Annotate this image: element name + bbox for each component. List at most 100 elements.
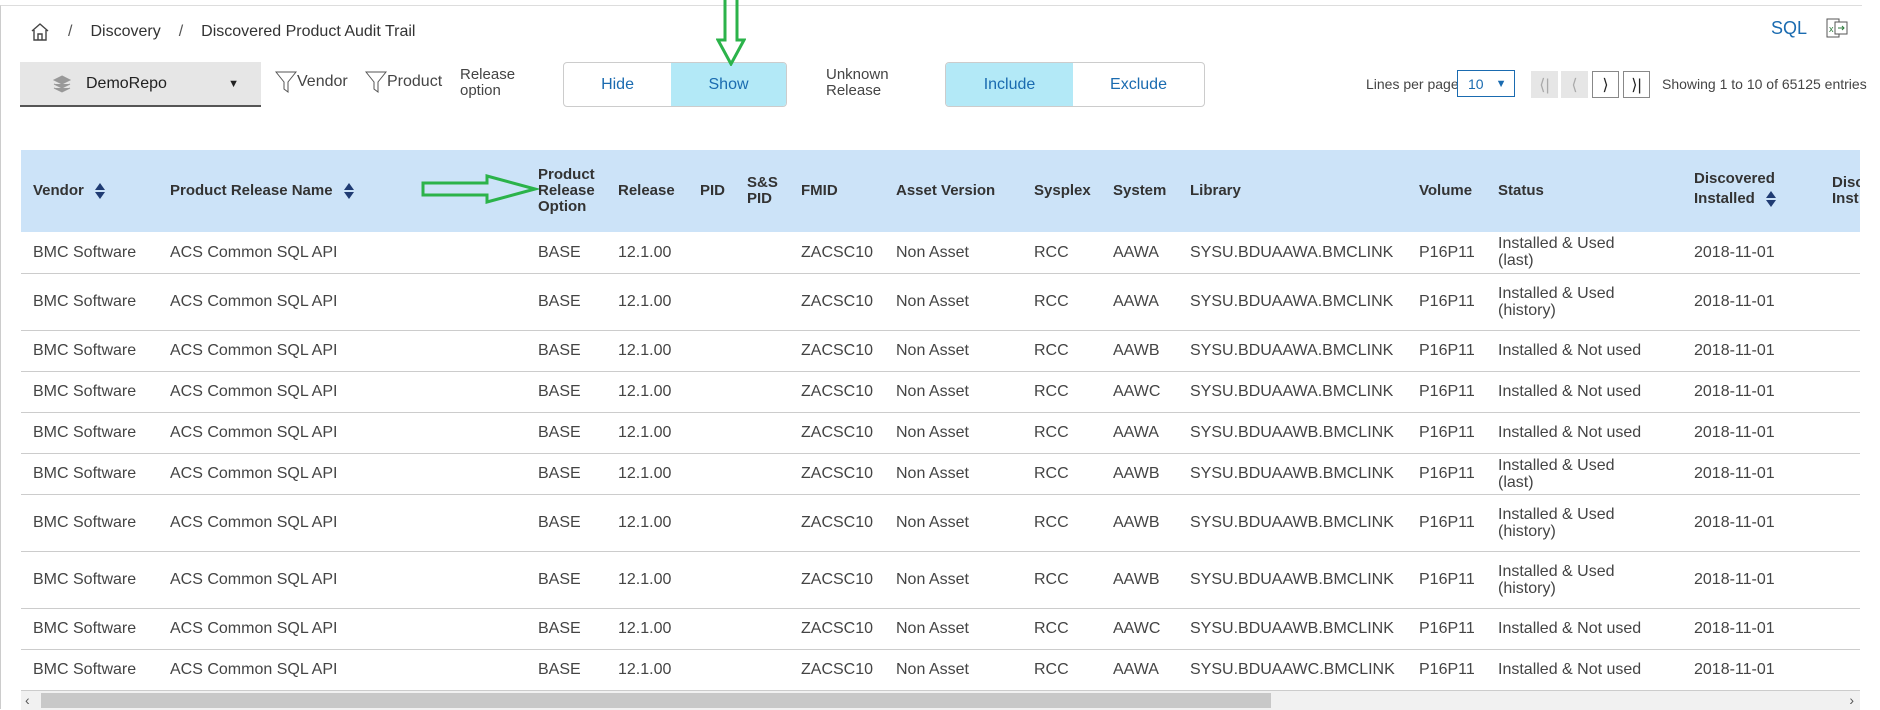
chevron-down-icon: ▼ xyxy=(1495,77,1507,90)
cell-vendor: BMC Software xyxy=(21,649,170,691)
column-header-pid[interactable]: PIDPID xyxy=(700,150,747,232)
product-filter[interactable]: Product xyxy=(365,70,442,94)
column-header-product-release-option[interactable]: Product Release OptionProductReleaseOpti… xyxy=(538,150,618,232)
column-header-discovered-installed[interactable]: Discovered InstalledDiscoveredInstalled xyxy=(1694,150,1832,232)
cell-product-release-option: BASE xyxy=(538,232,618,274)
cell-s-s-pid xyxy=(747,453,801,495)
label-line: Release xyxy=(460,66,516,83)
scroll-right-icon[interactable]: › xyxy=(1849,692,1854,708)
table-row[interactable]: BMC Software ACS Common SQL API BASE 12.1.0… xyxy=(21,453,1860,495)
scroll-left-icon[interactable]: ‹ xyxy=(25,692,30,708)
cell-s-s-pid xyxy=(747,649,801,691)
cell-volume: P16P11 xyxy=(1419,551,1498,609)
excel-export-icon[interactable]: x xyxy=(1826,18,1848,38)
cell-asset-version: Non Asset xyxy=(896,330,1034,372)
cell-system: AAWB xyxy=(1113,494,1190,552)
cell-library: SYSU.BDUAAWA.BMCLINK xyxy=(1190,232,1419,274)
cell-volume: P16P11 xyxy=(1419,494,1498,552)
cell-disc-inst xyxy=(1832,608,1860,650)
column-header-library[interactable]: LibraryLibrary xyxy=(1190,150,1419,232)
cell-pid xyxy=(700,232,747,274)
cell-s-s-pid xyxy=(747,232,801,274)
column-header-vendor[interactable]: VendorVendor xyxy=(21,150,170,232)
exclude-button[interactable]: Exclude xyxy=(1073,63,1204,106)
table-row[interactable]: BMC Software ACS Common SQL API BASE 12.1.0… xyxy=(21,551,1860,609)
entries-summary: Showing 1 to 10 of 65125 entries xyxy=(1662,76,1867,92)
breadcrumb-discovery[interactable]: Discovery xyxy=(90,23,160,41)
cell-release: 12.1.00 xyxy=(618,232,700,274)
include-button[interactable]: Include xyxy=(946,63,1074,106)
last-page-button[interactable]: ⟩| xyxy=(1623,71,1650,98)
cell-disc-inst xyxy=(1832,412,1860,454)
cell-discovered-installed: 2018-11-01 xyxy=(1694,412,1832,454)
cell-release: 12.1.00 xyxy=(618,494,700,552)
cell-fmid: ZACSC10 xyxy=(801,371,896,413)
cell-sysplex: RCC xyxy=(1034,453,1113,495)
release-option-label: Release option xyxy=(460,67,515,99)
cell-pid xyxy=(700,412,747,454)
cell-product-release-name: ACS Common SQL API xyxy=(170,453,538,495)
vendor-filter-label: Vendor xyxy=(297,73,348,90)
cell-status: Installed & Not used xyxy=(1498,371,1694,413)
table-row[interactable]: BMC Software ACS Common SQL API BASE 12.1.0… xyxy=(21,649,1860,691)
column-header-s-s-pid[interactable]: S&S PIDS&SPID xyxy=(747,150,801,232)
cell-discovered-installed: 2018-11-01 xyxy=(1694,330,1832,372)
cell-s-s-pid xyxy=(747,551,801,609)
cell-asset-version: Non Asset xyxy=(896,494,1034,552)
cell-status: Installed & Not used xyxy=(1498,649,1694,691)
sql-button[interactable]: SQL xyxy=(1771,18,1807,39)
sort-icon[interactable] xyxy=(343,182,355,200)
cell-product-release-name: ACS Common SQL API xyxy=(170,608,538,650)
label-line: Release xyxy=(826,82,882,99)
cell-vendor: BMC Software xyxy=(21,232,170,274)
show-button[interactable]: Show xyxy=(671,63,786,106)
hide-button[interactable]: Hide xyxy=(564,63,671,106)
cell-system: AAWA xyxy=(1113,412,1190,454)
table-row[interactable]: BMC Software ACS Common SQL API BASE 12.1.0… xyxy=(21,232,1860,274)
column-header-sysplex[interactable]: SysplexSysplex xyxy=(1034,150,1113,232)
cell-sysplex: RCC xyxy=(1034,273,1113,331)
cell-product-release-name: ACS Common SQL API xyxy=(170,330,538,372)
table-row[interactable]: BMC Software ACS Common SQL API BASE 12.1.0… xyxy=(21,371,1860,413)
cell-pid xyxy=(700,453,747,495)
table-row[interactable]: BMC Software ACS Common SQL API BASE 12.1.0… xyxy=(21,608,1860,650)
scrollbar-thumb[interactable] xyxy=(41,693,1271,708)
lines-per-page-select[interactable]: 10 ▼ xyxy=(1457,70,1515,97)
cell-disc-inst xyxy=(1832,551,1860,609)
table-row[interactable]: BMC Software ACS Common SQL API BASE 12.1.0… xyxy=(21,494,1860,552)
cell-product-release-name: ACS Common SQL API xyxy=(170,371,538,413)
cell-sysplex: RCC xyxy=(1034,412,1113,454)
column-header-disc-inst[interactable]: Disc InstDiscInst xyxy=(1832,150,1860,232)
table-row[interactable]: BMC Software ACS Common SQL API BASE 12.1.0… xyxy=(21,412,1860,454)
cell-sysplex: RCC xyxy=(1034,551,1113,609)
cell-disc-inst xyxy=(1832,232,1860,274)
column-header-volume[interactable]: VolumeVolume xyxy=(1419,150,1498,232)
cell-release: 12.1.00 xyxy=(618,608,700,650)
column-header-system[interactable]: SystemSystem xyxy=(1113,150,1190,232)
cell-sysplex: RCC xyxy=(1034,232,1113,274)
cell-s-s-pid xyxy=(747,273,801,331)
cell-fmid: ZACSC10 xyxy=(801,453,896,495)
cell-fmid: ZACSC10 xyxy=(801,412,896,454)
column-header-release[interactable]: ReleaseRelease xyxy=(618,150,700,232)
column-header-status[interactable]: StatusStatus xyxy=(1498,150,1694,232)
label-line: option xyxy=(460,82,501,99)
table-row[interactable]: BMC Software ACS Common SQL API BASE 12.1.0… xyxy=(21,273,1860,331)
sort-icon[interactable] xyxy=(94,182,106,200)
cell-status: Installed & Not used xyxy=(1498,330,1694,372)
filter-icon xyxy=(275,71,297,93)
layers-icon xyxy=(52,74,72,93)
sort-icon[interactable] xyxy=(1765,190,1777,208)
table-row[interactable]: BMC Software ACS Common SQL API BASE 12.1.0… xyxy=(21,330,1860,372)
column-header-asset-version[interactable]: Asset VersionAsset Version xyxy=(896,150,1034,232)
repository-select[interactable]: DemoRepo ▼ xyxy=(20,62,261,107)
prev-page-button[interactable]: ⟨ xyxy=(1561,71,1588,98)
cell-s-s-pid xyxy=(747,494,801,552)
vendor-filter[interactable]: Vendor xyxy=(275,70,348,94)
home-icon[interactable] xyxy=(30,22,50,42)
cell-vendor: BMC Software xyxy=(21,412,170,454)
column-header-fmid[interactable]: FMIDFMID xyxy=(801,150,896,232)
horizontal-scrollbar[interactable]: ‹ › xyxy=(21,691,1860,710)
next-page-button[interactable]: ⟩ xyxy=(1592,71,1619,98)
first-page-button[interactable]: ⟨| xyxy=(1531,71,1558,98)
